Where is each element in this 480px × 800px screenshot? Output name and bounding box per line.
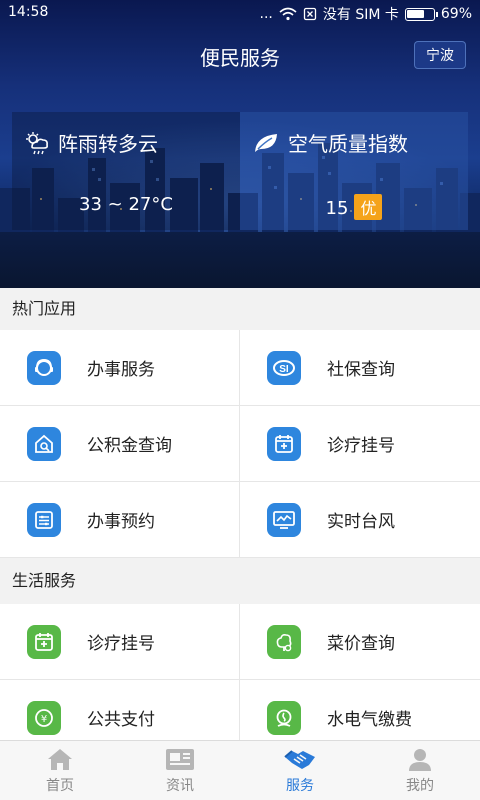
appointment-icon xyxy=(27,502,61,537)
medical-calendar-icon xyxy=(267,426,301,461)
status-time: 14:58 xyxy=(8,4,49,20)
app-label: 公共支付 xyxy=(87,710,155,730)
vegetable-price-icon xyxy=(267,624,301,659)
app-realtime-typhoon[interactable]: 实时台风 xyxy=(240,482,480,558)
user-icon xyxy=(409,749,431,771)
app-label: 办事预约 xyxy=(87,512,155,532)
air-quality-title: 空气质量指数 xyxy=(288,132,408,156)
app-housing-fund-query[interactable]: 公积金查询 xyxy=(0,406,240,482)
service-agent-icon xyxy=(27,350,61,385)
app-label: 办事服务 xyxy=(87,360,155,380)
news-icon xyxy=(166,749,194,770)
section-title-hot-apps: 热门应用 xyxy=(0,288,480,330)
life-medical-registration[interactable]: 诊疗挂号 xyxy=(0,604,240,680)
tab-label: 资讯 xyxy=(166,778,194,794)
svg-text:SI: SI xyxy=(279,364,289,375)
air-quality-card[interactable]: 空气质量指数 15 优 xyxy=(240,112,468,230)
more-dots-icon: ... xyxy=(259,6,273,22)
section-title-life-services: 生活服务 xyxy=(0,560,480,602)
app-appointment[interactable]: 办事预约 xyxy=(0,482,240,558)
hot-apps-grid: 办事服务 SI 社保查询 公积金查询 诊疗挂号 办事预约 实时台风 xyxy=(0,330,480,558)
weather-header: 阵雨转多云 xyxy=(24,128,158,157)
cloud-rain-icon xyxy=(26,131,48,154)
aqi-level-badge: 优 xyxy=(354,194,383,220)
tab-label: 首页 xyxy=(46,778,74,794)
yuan-payment-icon: ¥ xyxy=(27,700,61,735)
home-icon xyxy=(48,749,72,770)
temperature-range: 33 ~ 27°C xyxy=(79,194,173,215)
app-service-handling[interactable]: 办事服务 xyxy=(0,330,240,406)
app-label: 公积金查询 xyxy=(87,436,172,456)
social-security-icon: SI xyxy=(267,350,301,385)
aqi-row: 15 优 xyxy=(240,194,468,220)
bottom-tab-bar: 首页 资讯 服务 我的 xyxy=(0,740,480,800)
tab-label: 服务 xyxy=(286,778,314,794)
housing-fund-icon xyxy=(27,426,61,461)
tab-home[interactable]: 首页 xyxy=(0,741,120,800)
app-label: 社保查询 xyxy=(327,360,395,380)
no-sim-icon xyxy=(303,7,317,21)
app-label: 菜价查询 xyxy=(327,634,395,654)
status-right: ... 没有 SIM 卡 69% xyxy=(260,4,472,24)
city-select-button[interactable]: 宁波 xyxy=(414,41,466,69)
tab-news[interactable]: 资讯 xyxy=(120,741,240,800)
app-label: 诊疗挂号 xyxy=(87,634,155,654)
river-water xyxy=(0,232,480,288)
app-label: 水电气缴费 xyxy=(327,710,412,730)
medical-calendar-icon xyxy=(27,624,61,659)
leaf-icon xyxy=(255,133,277,152)
status-bar: 14:58 ... 没有 SIM 卡 69% xyxy=(0,0,480,26)
battery-icon xyxy=(404,7,438,21)
page-title: 便民服务 xyxy=(200,46,280,70)
weather-description: 阵雨转多云 xyxy=(58,132,158,156)
handshake-icon xyxy=(284,750,315,769)
carrier-text: 没有 SIM 卡 xyxy=(322,7,399,23)
app-label: 实时台风 xyxy=(327,512,395,532)
tab-service[interactable]: 服务 xyxy=(240,741,360,800)
weather-card[interactable]: 阵雨转多云 33 ~ 27°C xyxy=(12,112,240,230)
air-quality-header: 空气质量指数 xyxy=(252,128,408,157)
app-medical-registration[interactable]: 诊疗挂号 xyxy=(240,406,480,482)
app-social-security-query[interactable]: SI 社保查询 xyxy=(240,330,480,406)
battery-percent: 69% xyxy=(440,6,472,22)
utility-payment-icon xyxy=(267,700,301,735)
svg-text:¥: ¥ xyxy=(41,714,47,725)
app-label: 诊疗挂号 xyxy=(327,436,395,456)
aqi-value: 15 xyxy=(325,198,349,219)
tab-mine[interactable]: 我的 xyxy=(360,741,480,800)
life-services-grid: 诊疗挂号 菜价查询 ¥ 公共支付 水电气缴费 xyxy=(0,604,480,756)
life-vegetable-price[interactable]: 菜价查询 xyxy=(240,604,480,680)
tab-label: 我的 xyxy=(406,778,434,794)
typhoon-monitor-icon xyxy=(267,502,301,537)
wifi-icon xyxy=(279,7,297,21)
